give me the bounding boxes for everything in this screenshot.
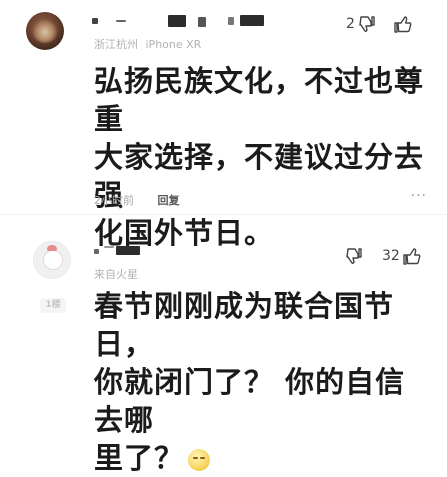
- comment-line: 弘扬民族文化，不过也尊重: [94, 64, 425, 136]
- dislike-icon[interactable]: [357, 14, 377, 34]
- username-blurred[interactable]: [88, 14, 288, 32]
- comment-line: 春节刚刚成为联合国节日，: [94, 289, 395, 361]
- comment-text: 弘扬民族文化，不过也尊重 大家选择，不建议过分去强 化国外节日。: [94, 62, 426, 252]
- dislike-icon[interactable]: [344, 246, 364, 266]
- timestamp: 2小时前: [94, 194, 134, 207]
- dislike-count: 2: [346, 16, 355, 32]
- comment-line-last: 里了？: [94, 439, 426, 477]
- floor-badge: 1楼: [40, 298, 66, 313]
- location-text: 浙江杭州: [94, 38, 138, 51]
- thinking-face-icon: [188, 449, 211, 471]
- reply-button[interactable]: 回复: [158, 194, 180, 207]
- comment-text: 春节刚刚成为联合国节日， 你就闭门了？ 你的自信去哪 里了？: [94, 287, 426, 477]
- like-count: 32: [382, 248, 400, 264]
- like-icon[interactable]: [393, 14, 413, 34]
- comment-line: 你就闭门了？ 你的自信去哪: [94, 365, 406, 437]
- avatar[interactable]: [26, 12, 64, 50]
- device-text: iPhone XR: [145, 38, 202, 51]
- comment-line: 里了？: [94, 441, 185, 475]
- divider: [0, 214, 447, 215]
- like-icon[interactable]: [402, 246, 422, 266]
- avatar[interactable]: [33, 241, 71, 279]
- username-blurred[interactable]: [92, 244, 162, 258]
- more-options-button[interactable]: ···: [411, 188, 427, 204]
- location-text: 来自火星: [94, 268, 138, 281]
